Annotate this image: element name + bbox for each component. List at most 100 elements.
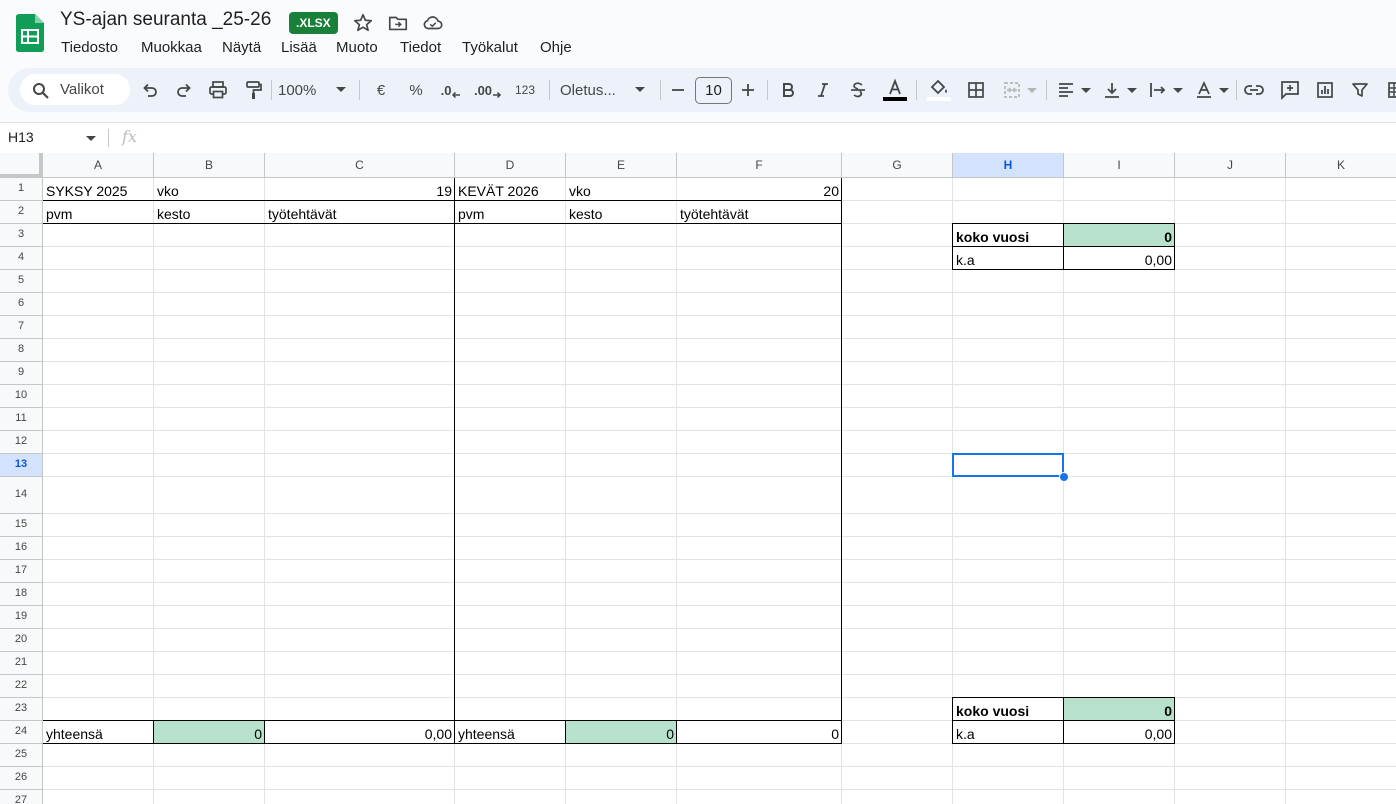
cell-i3[interactable]: 0: [1064, 224, 1175, 247]
cell-c2[interactable]: työtehtävät: [265, 201, 455, 224]
cell-a1[interactable]: SYKSY 2025: [43, 178, 154, 201]
cell-h23[interactable]: koko vuosi: [953, 698, 1064, 721]
select-all-corner[interactable]: [0, 153, 43, 178]
text-color-button[interactable]: [881, 76, 909, 104]
cell-e24[interactable]: 0: [566, 721, 677, 744]
font-family-select[interactable]: Oletus...: [560, 76, 650, 104]
cell-b1[interactable]: vko: [154, 178, 265, 201]
row-header-5[interactable]: 5: [0, 270, 43, 293]
paint-format-button[interactable]: [242, 76, 266, 104]
cell-e2[interactable]: kesto: [566, 201, 677, 224]
column-header-b[interactable]: B: [154, 153, 265, 178]
row-header-27[interactable]: 27: [0, 790, 43, 804]
bold-button[interactable]: [776, 76, 800, 104]
cell-f2[interactable]: työtehtävät: [677, 201, 842, 224]
menu-tyokalut[interactable]: Työkalut: [462, 38, 518, 57]
cell-a2[interactable]: pvm: [43, 201, 154, 224]
column-header-k[interactable]: K: [1286, 153, 1396, 178]
row-header-2[interactable]: 2: [0, 201, 43, 224]
cell-a24[interactable]: yhteensä: [43, 721, 154, 744]
vertical-align-button[interactable]: [1100, 76, 1140, 104]
row-header-20[interactable]: 20: [0, 629, 43, 652]
fill-color-button[interactable]: [925, 76, 953, 104]
column-header-j[interactable]: J: [1175, 153, 1286, 178]
cloud-saved-icon[interactable]: [422, 12, 444, 34]
cell-b24[interactable]: 0: [154, 721, 265, 744]
menu-nayta[interactable]: Näytä: [222, 38, 261, 57]
row-header-24[interactable]: 24: [0, 721, 43, 744]
move-folder-icon[interactable]: [387, 12, 409, 34]
row-header-15[interactable]: 15: [0, 514, 43, 537]
cell-c1[interactable]: 19: [265, 178, 455, 201]
merge-cells-button[interactable]: [1000, 76, 1040, 104]
row-header-12[interactable]: 12: [0, 431, 43, 454]
row-header-11[interactable]: 11: [0, 408, 43, 431]
column-header-e[interactable]: E: [566, 153, 677, 178]
menu-ohje[interactable]: Ohje: [540, 38, 572, 57]
cell-h24[interactable]: k.a: [953, 721, 1064, 744]
row-header-6[interactable]: 6: [0, 293, 43, 316]
filter-views-button[interactable]: [1382, 76, 1396, 104]
text-wrap-button[interactable]: [1146, 76, 1186, 104]
cell-d1[interactable]: KEVÄT 2026: [455, 178, 566, 201]
name-box[interactable]: H13: [8, 129, 34, 145]
more-formats-button[interactable]: 123: [510, 76, 540, 104]
row-header-22[interactable]: 22: [0, 675, 43, 698]
column-header-d[interactable]: D: [455, 153, 566, 178]
row-header-14[interactable]: 14: [0, 477, 43, 514]
insert-chart-button[interactable]: [1313, 76, 1337, 104]
row-header-23[interactable]: 23: [0, 698, 43, 721]
menu-tiedot[interactable]: Tiedot: [400, 38, 441, 57]
menu-lisaa[interactable]: Lisää: [281, 38, 317, 57]
row-header-8[interactable]: 8: [0, 339, 43, 362]
row-header-10[interactable]: 10: [0, 385, 43, 408]
redo-button[interactable]: [172, 76, 196, 104]
row-header-26[interactable]: 26: [0, 767, 43, 790]
column-header-f[interactable]: F: [677, 153, 842, 178]
row-header-17[interactable]: 17: [0, 560, 43, 583]
font-size-input[interactable]: 10: [695, 77, 732, 104]
zoom-select[interactable]: 100%: [278, 76, 348, 104]
document-title[interactable]: YS-ajan seuranta _25-26: [60, 9, 271, 31]
print-button[interactable]: [206, 76, 230, 104]
star-icon[interactable]: [352, 12, 374, 34]
decrease-font-size-button[interactable]: [666, 76, 690, 104]
insert-link-button[interactable]: [1242, 76, 1266, 104]
row-header-19[interactable]: 19: [0, 606, 43, 629]
row-header-16[interactable]: 16: [0, 537, 43, 560]
cell-d2[interactable]: pvm: [455, 201, 566, 224]
name-box-caret-icon[interactable]: [86, 136, 96, 141]
cell-h3[interactable]: koko vuosi: [953, 224, 1064, 247]
horizontal-align-button[interactable]: [1054, 76, 1094, 104]
row-header-18[interactable]: 18: [0, 583, 43, 606]
borders-button[interactable]: [964, 76, 988, 104]
cell-d24[interactable]: yhteensä: [455, 721, 566, 744]
insert-comment-button[interactable]: [1278, 76, 1302, 104]
row-header-21[interactable]: 21: [0, 652, 43, 675]
text-rotation-button[interactable]: [1192, 76, 1232, 104]
sheets-logo-icon[interactable]: [16, 14, 44, 52]
strikethrough-button[interactable]: [846, 76, 870, 104]
increase-decimals-button[interactable]: .00: [472, 76, 504, 104]
percent-format-button[interactable]: %: [404, 76, 428, 104]
cell-f24[interactable]: 0: [677, 721, 842, 744]
currency-format-button[interactable]: €: [369, 76, 393, 104]
menu-muokkaa[interactable]: Muokkaa: [141, 38, 202, 57]
row-header-4[interactable]: 4: [0, 247, 43, 270]
column-header-i[interactable]: I: [1064, 153, 1175, 178]
row-header-13[interactable]: 13: [0, 454, 43, 477]
cell-i24[interactable]: 0,00: [1064, 721, 1175, 744]
cell-i4[interactable]: 0,00: [1064, 247, 1175, 270]
decrease-decimals-button[interactable]: .0: [436, 76, 466, 104]
cell-f1[interactable]: 20: [677, 178, 842, 201]
italic-button[interactable]: [811, 76, 835, 104]
cell-i23[interactable]: 0: [1064, 698, 1175, 721]
column-header-h[interactable]: H: [953, 153, 1064, 178]
row-header-1[interactable]: 1: [0, 178, 43, 201]
increase-font-size-button[interactable]: [736, 76, 760, 104]
menu-search[interactable]: Valikot: [20, 74, 130, 105]
column-header-a[interactable]: A: [43, 153, 154, 178]
column-header-g[interactable]: G: [842, 153, 953, 178]
row-header-7[interactable]: 7: [0, 316, 43, 339]
row-header-9[interactable]: 9: [0, 362, 43, 385]
